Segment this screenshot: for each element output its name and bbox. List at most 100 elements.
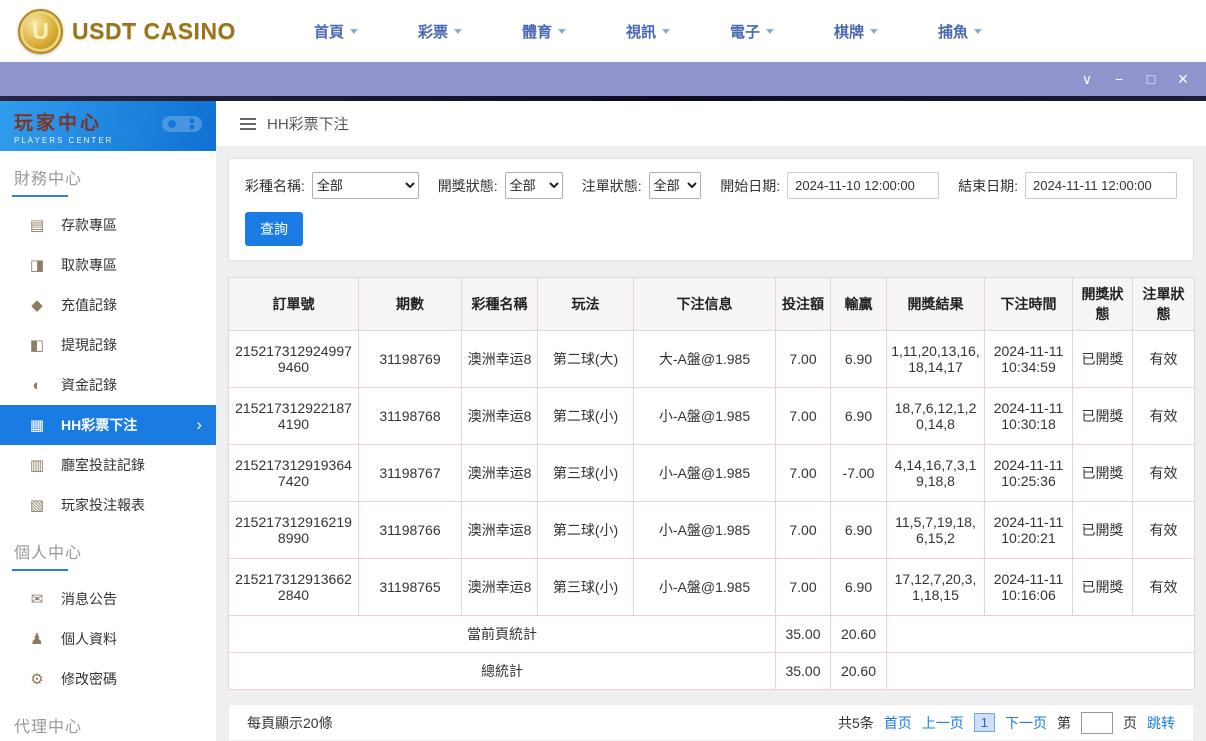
table-cell: 1,11,20,13,16,18,14,17	[886, 330, 985, 388]
table-cell: 7.00	[775, 444, 831, 502]
table-cell: 17,12,7,20,3,1,18,15	[886, 558, 985, 616]
table-row: 2152173129193647420 31198767 澳洲幸运8 第三球(小) 小-…	[228, 444, 1195, 502]
order-status-select[interactable]: 全部	[648, 172, 702, 199]
sidebar-item-profile[interactable]: ♟ 個人資料	[0, 619, 216, 659]
column-header: 訂單號	[228, 277, 359, 331]
jump-link[interactable]: 跳转	[1147, 713, 1175, 733]
table-cell: 澳洲幸运8	[461, 330, 538, 388]
table-cell: 2152173129162198990	[228, 501, 359, 559]
table-cell: 7.00	[775, 330, 831, 388]
top-header: U USDT CASINO 首頁 彩票 體育 視訊 電子 棋牌 捕魚	[0, 0, 1206, 62]
table-cell: 6.90	[830, 558, 887, 616]
start-date-input[interactable]	[787, 172, 940, 199]
window-chevron-button[interactable]: ∨	[1074, 66, 1100, 92]
sidebar-item-player-bet-report[interactable]: ▧ 玩家投注報表	[0, 485, 216, 525]
nav-item[interactable]: 體育	[492, 21, 596, 42]
breadcrumb: HH彩票下注	[216, 101, 1206, 146]
sidebar-item-funds-records[interactable]: ◐ 資金記錄	[0, 365, 216, 405]
prev-page-link[interactable]: 上一页	[922, 713, 964, 733]
search-button[interactable]: 查詢	[245, 212, 303, 246]
nav-item[interactable]: 首頁	[284, 21, 388, 42]
report-icon: ▧	[29, 497, 45, 514]
sidebar-item-label: 充值記錄	[61, 297, 117, 313]
main-content: HH彩票下注 彩種名稱: 全部 開獎狀態: 全部 注單狀態: 全部 開始日期: …	[216, 101, 1206, 741]
section-underline	[12, 195, 68, 197]
summary-label: 當前頁統計	[228, 615, 776, 653]
nav-item[interactable]: 棋牌	[804, 21, 908, 42]
column-header: 開獎結果	[886, 277, 985, 331]
nav-item[interactable]: 視訊	[596, 21, 700, 42]
sidebar-item-hall-bet-records[interactable]: ▥ 廳室投註記錄	[0, 445, 216, 485]
sidebar-item-hh-lottery-bets[interactable]: ▦ HH彩票下注 ›	[0, 405, 216, 445]
draw-status-select[interactable]: 全部	[504, 172, 563, 199]
sidebar-item-change-password[interactable]: ⚙ 修改密碼	[0, 659, 216, 699]
start-date-label: 開始日期:	[720, 177, 781, 194]
sidebar-item-withdraw[interactable]: ◨ 取款專區	[0, 245, 216, 285]
chevron-down-icon	[974, 28, 982, 34]
table-cell: 2152173129221874190	[228, 387, 359, 445]
table-cell: 2152173129136622840	[228, 558, 359, 616]
table-cell: 有效	[1132, 444, 1195, 502]
table-row: 2152173129162198990 31198766 澳洲幸运8 第二球(小) 小-…	[228, 501, 1195, 559]
sidebar: 玩家中心 PLAYERS CENTER 財務中心 ▤ 存款專區 ◨ 取款專區 ◆ 充值記錄 ◧…	[0, 101, 216, 741]
section-underline	[12, 569, 68, 571]
table-cell: 11,5,7,19,18,6,15,2	[886, 501, 985, 559]
funds-record-icon: ◐	[32, 376, 42, 394]
sidebar-item-label: 玩家投注報表	[61, 497, 145, 513]
current-page[interactable]: 1	[973, 713, 995, 732]
nav-item-label: 捕魚	[937, 23, 968, 41]
window-maximize-button[interactable]: □	[1138, 66, 1164, 92]
chevron-down-icon	[350, 28, 358, 34]
nav-item[interactable]: 電子	[700, 21, 804, 42]
hamburger-icon[interactable]	[240, 117, 256, 130]
chevron-down-icon	[454, 28, 462, 34]
page-jump-input[interactable]	[1081, 711, 1113, 734]
table-cell: 2152173129249979460	[228, 330, 359, 388]
table-header-row: 訂單號 期數 彩種名稱 玩法 下注信息 投注額 輸贏 開獎結果 下注時間 開獎狀態 注單狀態	[228, 277, 1195, 331]
table-cell: 已開獎	[1072, 501, 1133, 559]
nav-item-label: 首頁	[313, 23, 344, 41]
sidebar-sections: 財務中心 ▤ 存款專區 ◨ 取款專區 ◆ 充值記錄 ◧ 提現記錄 ◐ 資金記錄 ▦ HH彩票下注 › ▥ 廳室…	[0, 165, 216, 741]
sidebar-item-announcements[interactable]: ✉ 消息公告	[0, 579, 216, 619]
table-cell: 有效	[1132, 330, 1195, 388]
column-header: 期數	[358, 277, 462, 331]
next-page-link[interactable]: 下一页	[1005, 713, 1047, 733]
first-page-link[interactable]: 首页	[884, 713, 912, 733]
sidebar-item-withdraw-records[interactable]: ◧ 提現記錄	[0, 325, 216, 365]
window-minimize-button[interactable]: −	[1106, 66, 1132, 92]
column-header: 注單狀態	[1132, 277, 1195, 331]
table-cell: 31198766	[358, 501, 462, 559]
window-close-button[interactable]: ×	[1170, 66, 1196, 92]
column-header: 開獎狀態	[1072, 277, 1133, 331]
end-date-input[interactable]	[1025, 172, 1177, 199]
summary-bet-total: 35.00	[775, 615, 831, 653]
total-count: 共5条	[837, 714, 874, 731]
bell-icon: ✉	[30, 591, 44, 608]
column-header: 玩法	[537, 277, 634, 331]
table-row: 2152173129136622840 31198765 澳洲幸运8 第三球(小) 小-…	[228, 558, 1195, 616]
sidebar-item-label: 個人資料	[61, 631, 117, 647]
column-header: 輸贏	[830, 277, 887, 331]
nav-item[interactable]: 彩票	[388, 21, 492, 42]
sidebar-section: 財務中心 ▤ 存款專區 ◨ 取款專區 ◆ 充值記錄 ◧ 提現記錄 ◐ 資金記錄 ▦ HH彩票下注 › ▥ 廳室…	[0, 165, 216, 525]
table-cell: 31198769	[358, 330, 462, 388]
person-icon: ♟	[30, 631, 44, 648]
draw-status-label: 開獎狀態:	[437, 177, 498, 194]
jump-suffix-label: 页	[1123, 714, 1137, 731]
nav-item[interactable]: 捕魚	[908, 21, 1012, 42]
table-cell: -7.00	[830, 444, 887, 502]
end-date-label: 結束日期:	[958, 177, 1018, 194]
summary-empty	[886, 652, 1195, 690]
sidebar-item-label: 資金記錄	[61, 377, 117, 393]
pagination-bar: 每頁顯示20條 共5条 首页 上一页 1 下一页 第 页 跳转	[228, 704, 1194, 741]
table-cell: 2024-11-11 10:30:18	[984, 387, 1073, 445]
hall-record-icon: ▥	[29, 457, 45, 474]
lottery-name-select[interactable]: 全部	[311, 172, 419, 199]
brand-name: USDT CASINO	[72, 17, 236, 44]
table-cell: 7.00	[775, 387, 831, 445]
table-cell: 小-A盤@1.985	[633, 387, 776, 445]
sidebar-item-recharge-records[interactable]: ◆ 充值記錄	[0, 285, 216, 325]
bets-table: 訂單號 期數 彩種名稱 玩法 下注信息 投注額 輸贏 開獎結果 下注時間 開獎狀態 注單狀態 215…	[228, 277, 1195, 690]
window-titlebar: ∨ − □ ×	[0, 62, 1206, 96]
sidebar-item-deposit[interactable]: ▤ 存款專區	[0, 205, 216, 245]
